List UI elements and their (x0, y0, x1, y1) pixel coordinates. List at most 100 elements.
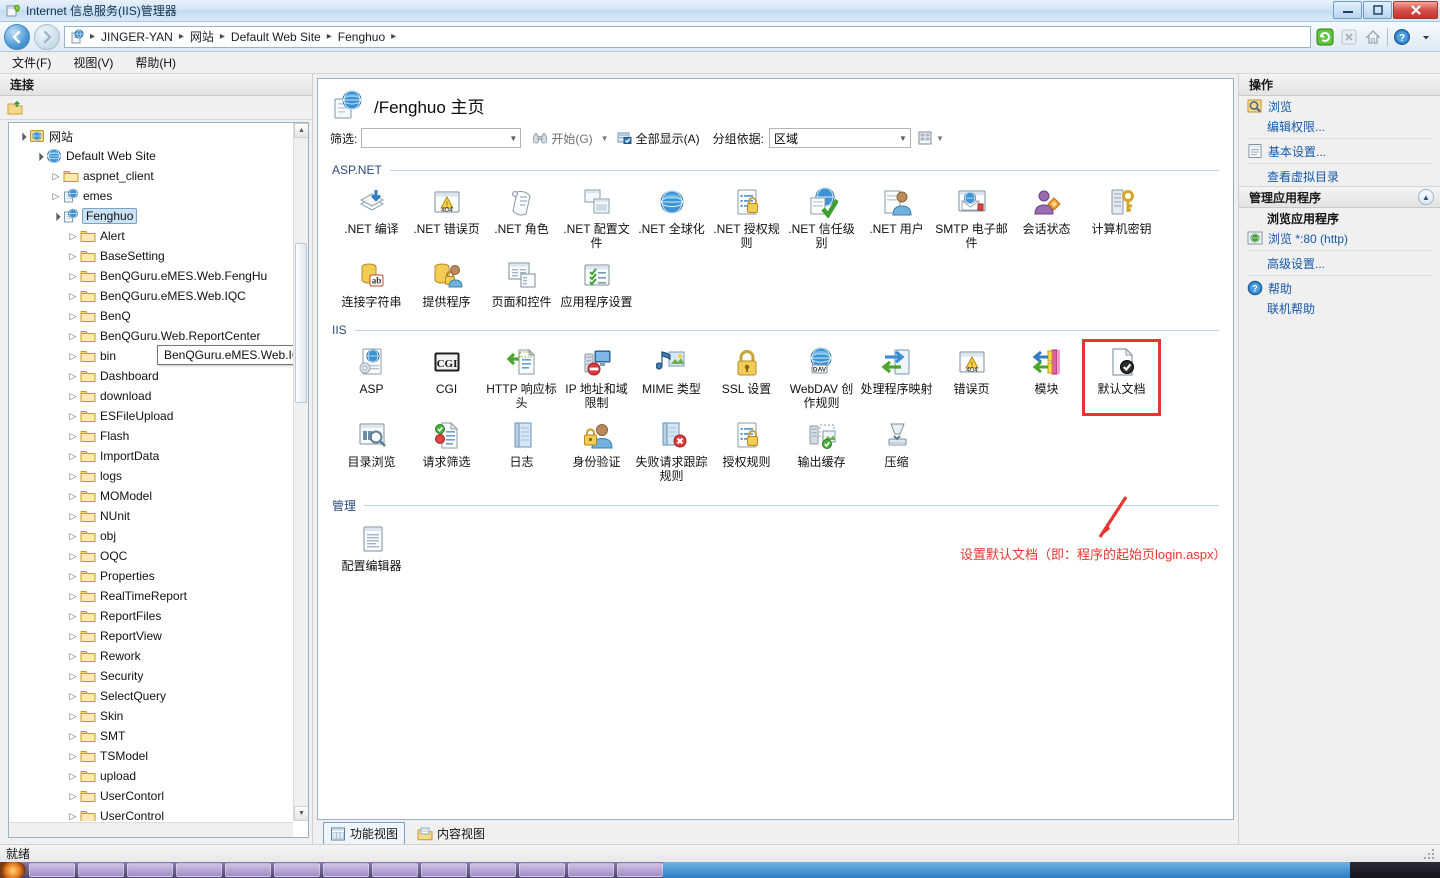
tree-item[interactable]: ▷ NUnit (9, 506, 293, 526)
feature-item[interactable]: .NET 授权规则 (709, 181, 784, 254)
action-item[interactable]: 查看虚拟目录 (1239, 166, 1440, 186)
chevron-down-icon[interactable]: ▼ (933, 134, 947, 143)
feature-item[interactable]: 请求筛选 (409, 414, 484, 487)
feature-item[interactable]: 配置编辑器 (334, 518, 409, 577)
stop-icon[interactable] (1339, 27, 1359, 47)
filter-input[interactable]: ▼ (361, 128, 522, 148)
tree-expand-icon[interactable]: ▷ (66, 271, 80, 282)
view-mode-icon[interactable] (917, 130, 933, 146)
menu-file[interactable]: 文件(F) (12, 54, 51, 71)
tree-item[interactable]: ▷ SelectQuery (9, 686, 293, 706)
tree-expand-icon[interactable]: ▷ (66, 251, 80, 262)
breadcrumb-item-fenghuo[interactable]: Fenghuo (335, 30, 388, 44)
tree-expand-icon[interactable]: ▷ (66, 811, 80, 822)
tree-collapse-icon[interactable]: ◢ (14, 128, 30, 144)
taskbar-item[interactable] (127, 863, 173, 877)
minimize-button[interactable] (1333, 1, 1362, 19)
start-button[interactable] (0, 862, 26, 878)
chevron-up-icon[interactable]: ▲ (1418, 189, 1434, 205)
action-item[interactable]: 浏览应用程序 (1239, 208, 1440, 228)
breadcrumb-item-sites[interactable]: 网站 (187, 28, 217, 45)
help-icon[interactable]: ? (1392, 27, 1412, 47)
action-item[interactable]: 编辑权限... (1239, 116, 1440, 136)
menu-view[interactable]: 视图(V) (73, 54, 113, 71)
tree-expand-icon[interactable]: ▷ (66, 431, 80, 442)
tree-expand-icon[interactable]: ▷ (66, 291, 80, 302)
action-item[interactable]: 浏览 *:80 (http) (1239, 228, 1440, 248)
tree-item[interactable]: ▷ Flash (9, 426, 293, 446)
action-item[interactable]: ? 帮助 (1239, 278, 1440, 298)
tree-item[interactable]: ▷ BaseSetting (9, 246, 293, 266)
scroll-down-button[interactable]: ▼ (294, 806, 308, 821)
tree-expand-icon[interactable]: ▷ (66, 231, 80, 242)
feature-item[interactable]: 计算机密钥 (1084, 181, 1159, 254)
scroll-thumb[interactable] (295, 243, 307, 403)
home-icon[interactable] (1363, 27, 1383, 47)
dropdown-icon[interactable] (1416, 27, 1436, 47)
breadcrumb-item-default-web-site[interactable]: Default Web Site (228, 30, 324, 44)
tree-expand-icon[interactable]: ▷ (66, 611, 80, 622)
scroll-up-button[interactable]: ▲ (294, 123, 308, 138)
feature-item[interactable]: 日志 (484, 414, 559, 487)
feature-item[interactable]: MIME 类型 (634, 341, 709, 414)
feature-item[interactable]: 提供程序 (409, 254, 484, 313)
system-tray[interactable] (1350, 862, 1440, 878)
tree-expand-icon[interactable]: ▷ (66, 771, 80, 782)
taskbar-item[interactable] (421, 863, 467, 877)
tree-item[interactable]: ▷ UserControl (9, 806, 293, 821)
tree-expand-icon[interactable]: ▷ (66, 691, 80, 702)
tree-expand-icon[interactable]: ▷ (66, 791, 80, 802)
feature-item[interactable]: IP 地址和域限制 (559, 341, 634, 414)
feature-item[interactable]: 压缩 (859, 414, 934, 487)
tree-item[interactable]: ▷ UserContorl (9, 786, 293, 806)
feature-item[interactable]: ! 404 错误页 (934, 341, 1009, 414)
taskbar-item[interactable] (372, 863, 418, 877)
menu-help[interactable]: 帮助(H) (135, 54, 176, 71)
tree-expand-icon[interactable]: ▷ (66, 311, 80, 322)
tree-item[interactable]: ▷ Properties (9, 566, 293, 586)
taskbar-item[interactable] (323, 863, 369, 877)
tree-item[interactable]: ▷ download (9, 386, 293, 406)
back-button[interactable] (4, 23, 30, 50)
taskbar-item[interactable] (617, 863, 663, 877)
tree-expand-icon[interactable]: ▷ (66, 351, 80, 362)
tree-expand-icon[interactable]: ▷ (66, 411, 80, 422)
tree-expand-icon[interactable]: ▷ (66, 711, 80, 722)
feature-item[interactable]: ab 连接字符串 (334, 254, 409, 313)
feature-item[interactable]: 输出缓存 (784, 414, 859, 487)
action-item[interactable]: 高级设置... (1239, 253, 1440, 273)
feature-item[interactable]: 会话状态 (1009, 181, 1084, 254)
tree-item[interactable]: ▷ BenQ (9, 306, 293, 326)
feature-item[interactable]: 页面和控件 (484, 254, 559, 313)
tree-expand-icon[interactable]: ▷ (49, 191, 63, 202)
filter-text-field[interactable] (362, 130, 495, 146)
tree-expand-icon[interactable]: ▷ (66, 371, 80, 382)
feature-item[interactable]: CGI CGI (409, 341, 484, 414)
tree-expand-icon[interactable]: ▷ (66, 471, 80, 482)
taskbar-item[interactable] (78, 863, 124, 877)
tree-item[interactable]: ◢ 网站 (9, 126, 293, 146)
feature-item[interactable]: SMTP 电子邮件 (934, 181, 1009, 254)
add-connection-icon[interactable] (5, 98, 25, 118)
tree-expand-icon[interactable]: ▷ (66, 511, 80, 522)
feature-item[interactable]: .NET 角色 (484, 181, 559, 254)
close-button[interactable] (1393, 1, 1438, 19)
tree-item[interactable]: ▷ BenQGuru.eMES.Web.IQC (9, 286, 293, 306)
show-all-button[interactable]: 全部显示(A) (612, 128, 705, 148)
feature-item[interactable]: 身份验证 (559, 414, 634, 487)
tree-item[interactable]: ▷ emes (9, 186, 293, 206)
connections-tree[interactable]: ◢ 网站 ◢ Default Web Site ▷ aspnet_client ▷ emes ◢… (8, 122, 309, 838)
tree-expand-icon[interactable]: ▷ (66, 551, 80, 562)
tree-collapse-icon[interactable]: ◢ (48, 208, 64, 224)
feature-item[interactable]: 应用程序设置 (559, 254, 634, 313)
tree-item[interactable]: ▷ OQC (9, 546, 293, 566)
feature-item[interactable]: ASP (334, 341, 409, 414)
feature-item[interactable]: 默认文档 (1082, 339, 1161, 416)
action-item[interactable]: 浏览 (1239, 96, 1440, 116)
resize-grip[interactable] (1422, 847, 1436, 861)
tree-item[interactable]: ▷ obj (9, 526, 293, 546)
tree-item[interactable]: ▷ BenQGuru.Web.ReportCenter (9, 326, 293, 346)
feature-item[interactable]: .NET 编译 (334, 181, 409, 254)
refresh-icon[interactable] (1315, 27, 1335, 47)
action-item[interactable]: 联机帮助 (1239, 298, 1440, 318)
